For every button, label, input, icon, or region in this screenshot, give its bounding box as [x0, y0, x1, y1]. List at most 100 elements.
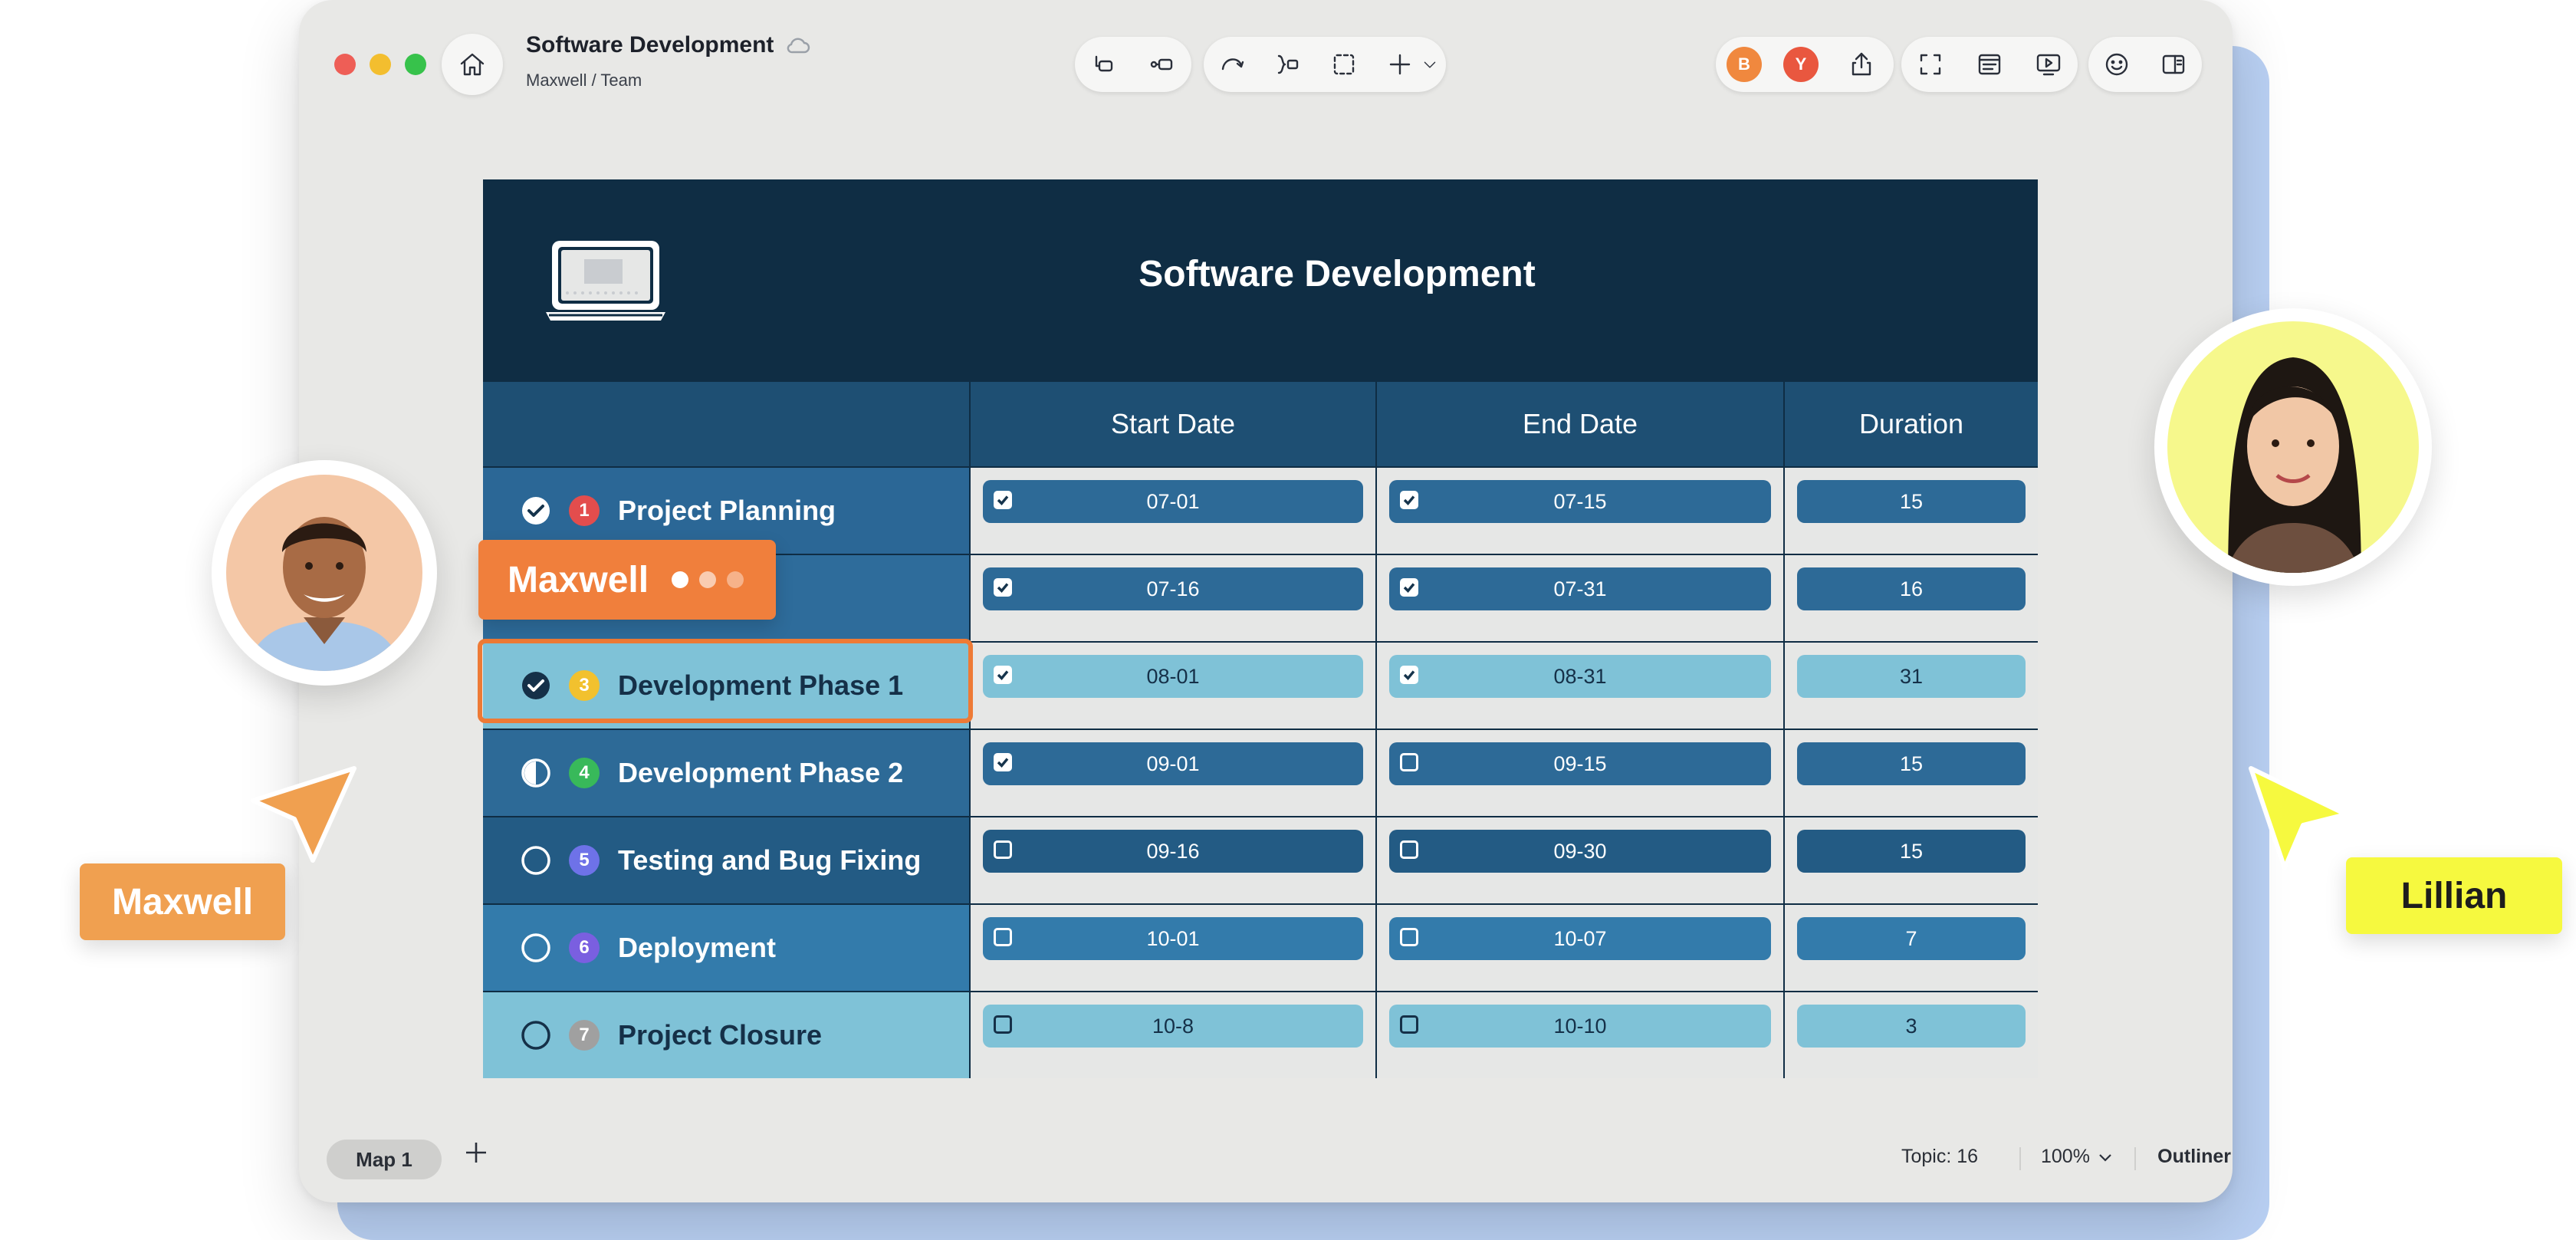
- end-date-bar[interactable]: 07-15: [1389, 480, 1771, 523]
- duration-bar[interactable]: 3: [1797, 1005, 2026, 1048]
- status-in-progress-icon[interactable]: [520, 757, 552, 789]
- task-name-cell[interactable]: 4 Development Phase 2: [483, 729, 969, 816]
- end-date-cell: 09-30: [1375, 816, 1783, 903]
- view-toolbar-group: [1901, 37, 2078, 92]
- present-icon[interactable]: [2027, 43, 2070, 86]
- checkbox[interactable]: [994, 1015, 1012, 1034]
- table-row[interactable]: 5 Testing and Bug Fixing 09-16 09-30 15: [483, 816, 2038, 903]
- start-date-value: 07-16: [1146, 577, 1200, 600]
- task-name: Project Closure: [618, 1019, 823, 1051]
- table-row[interactable]: 4 Development Phase 2 09-01 09-15 15: [483, 729, 2038, 816]
- duration-cell: 16: [1783, 554, 2038, 641]
- close-window-button[interactable]: [334, 54, 356, 75]
- end-date-value: 09-15: [1553, 752, 1607, 775]
- duration-value: 7: [1905, 926, 1917, 950]
- zoom-window-button[interactable]: [405, 54, 426, 75]
- duration-bar[interactable]: 7: [1797, 917, 2026, 960]
- collaborator-selection-tag: Maxwell: [478, 540, 776, 620]
- duration-cell: 31: [1783, 641, 2038, 729]
- document-title-area: Software Development: [526, 32, 810, 58]
- column-header-empty: [483, 382, 969, 466]
- task-name-cell[interactable]: 6 Deployment: [483, 903, 969, 991]
- share-icon[interactable]: [1840, 43, 1883, 86]
- checkbox[interactable]: [994, 666, 1012, 684]
- start-date-bar[interactable]: 09-16: [983, 830, 1363, 873]
- start-date-bar[interactable]: 09-01: [983, 742, 1363, 785]
- table-row[interactable]: 7 Project Closure 10-8 10-10 3: [483, 991, 2038, 1078]
- minimize-window-button[interactable]: [370, 54, 391, 75]
- table-row[interactable]: 6 Deployment 10-01 10-07 7: [483, 903, 2038, 991]
- boundary-icon[interactable]: [1267, 43, 1309, 86]
- duration-bar[interactable]: 15: [1797, 742, 2026, 785]
- format-panel-icon[interactable]: [1968, 43, 2011, 86]
- checkbox[interactable]: [1400, 666, 1418, 684]
- topic-toolbar-group: [1075, 37, 1191, 92]
- start-date-bar[interactable]: 07-16: [983, 567, 1363, 610]
- start-date-bar[interactable]: 07-01: [983, 480, 1363, 523]
- end-date-bar[interactable]: 09-30: [1389, 830, 1771, 873]
- status-todo-icon[interactable]: [520, 1019, 552, 1051]
- duration-value: 16: [1899, 577, 1924, 600]
- sidebar-toggle-icon[interactable]: [2152, 43, 2195, 86]
- duration-bar[interactable]: 16: [1797, 567, 2026, 610]
- checkbox[interactable]: [1400, 840, 1418, 859]
- task-name-cell[interactable]: 5 Testing and Bug Fixing: [483, 816, 969, 903]
- start-date-bar[interactable]: 10-8: [983, 1005, 1363, 1048]
- task-name-cell[interactable]: 7 Project Closure: [483, 991, 969, 1078]
- checkbox[interactable]: [994, 491, 1012, 509]
- relationship-icon[interactable]: [1211, 43, 1254, 86]
- cursor-name-tag-maxwell: Maxwell: [80, 863, 285, 940]
- duration-bar[interactable]: 31: [1797, 655, 2026, 698]
- end-date-bar[interactable]: 07-31: [1389, 567, 1771, 610]
- typing-dot: [699, 571, 717, 588]
- checkbox[interactable]: [1400, 1015, 1418, 1034]
- duration-bar[interactable]: 15: [1797, 480, 2026, 523]
- duration-cell: 3: [1783, 991, 2038, 1078]
- table-header: Software Development: [483, 179, 2038, 382]
- priority-number: 1: [579, 500, 590, 521]
- duration-bar[interactable]: 15: [1797, 830, 2026, 873]
- insert-subtopic-icon[interactable]: [1141, 43, 1184, 86]
- collaborator-avatar[interactable]: Y: [1783, 47, 1819, 82]
- collaborator-avatar[interactable]: B: [1727, 47, 1762, 82]
- collaborator-avatar-lillian: [2154, 308, 2432, 586]
- home-button[interactable]: [442, 34, 503, 95]
- end-date-bar[interactable]: 08-31: [1389, 655, 1771, 698]
- checkbox[interactable]: [994, 578, 1012, 597]
- chevron-down-icon[interactable]: [1421, 43, 1439, 86]
- zoom-control[interactable]: 100%: [2041, 1146, 2113, 1168]
- start-date-bar[interactable]: 10-01: [983, 917, 1363, 960]
- checkbox[interactable]: [1400, 491, 1418, 509]
- fullscreen-icon[interactable]: [1909, 43, 1952, 86]
- table-title: Software Development: [1138, 254, 1536, 294]
- checkbox[interactable]: [994, 840, 1012, 859]
- add-icon[interactable]: [1378, 43, 1421, 86]
- summary-box-icon[interactable]: [1322, 43, 1365, 86]
- end-date-bar[interactable]: 10-10: [1389, 1005, 1771, 1048]
- priority-number: 5: [579, 850, 590, 870]
- insert-topic-icon[interactable]: [1083, 43, 1125, 86]
- status-todo-icon[interactable]: [520, 932, 552, 964]
- start-date-value: 09-16: [1146, 839, 1200, 863]
- map-tab[interactable]: Map 1: [327, 1140, 442, 1179]
- duration-cell: 7: [1783, 903, 2038, 991]
- column-header-start-date: Start Date: [969, 382, 1375, 466]
- status-todo-icon[interactable]: [520, 844, 552, 877]
- end-date-bar[interactable]: 10-07: [1389, 917, 1771, 960]
- cursor-pointer-icon: [2249, 766, 2348, 870]
- end-date-value: 10-07: [1553, 926, 1607, 950]
- end-date-bar[interactable]: 09-15: [1389, 742, 1771, 785]
- chevron-down-icon: [2099, 1153, 2111, 1162]
- status-done-icon[interactable]: [520, 495, 552, 527]
- emoji-icon[interactable]: [2095, 43, 2138, 86]
- typing-dot: [727, 571, 744, 588]
- checkbox[interactable]: [1400, 753, 1418, 771]
- start-date-bar[interactable]: 08-01: [983, 655, 1363, 698]
- checkbox[interactable]: [994, 753, 1012, 771]
- add-sheet-button[interactable]: [463, 1140, 503, 1179]
- checkbox[interactable]: [994, 928, 1012, 946]
- checkbox[interactable]: [1400, 578, 1418, 597]
- outliner-button[interactable]: Outliner: [2124, 1146, 2231, 1168]
- end-date-cell: 10-10: [1375, 991, 1783, 1078]
- checkbox[interactable]: [1400, 928, 1418, 946]
